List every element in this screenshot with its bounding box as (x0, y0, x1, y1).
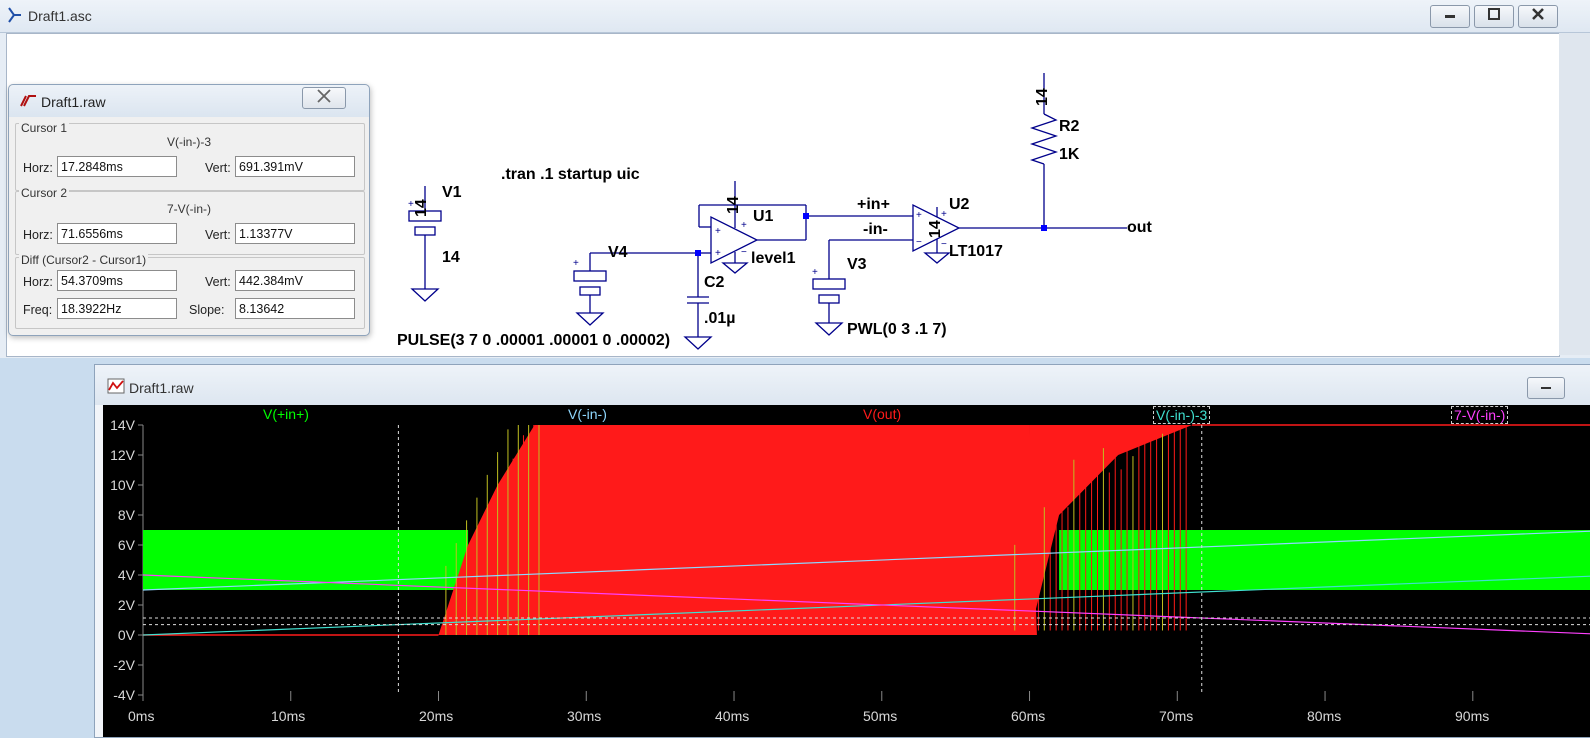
diff-slope-label: Slope: (189, 303, 225, 317)
v3-name-label: V3 (847, 256, 867, 273)
ltspice-app-icon (6, 6, 24, 29)
cursor2-vert-field[interactable]: 1.13377V (235, 223, 355, 244)
lt-logo-icon (19, 94, 37, 113)
waveform-window-title: Draft1.raw (129, 380, 194, 396)
waveform-minimize-button[interactable] (1527, 377, 1565, 399)
v4-value-label: PULSE(3 7 0 .00001 .00001 0 .00002) (397, 332, 671, 349)
u2-model-label: LT1017 (949, 243, 1003, 260)
net-label-in-plus: +in+ (857, 196, 890, 213)
close-button[interactable] (1518, 5, 1558, 28)
diff-vert-label: Vert: (205, 275, 231, 289)
svg-text:−: − (741, 247, 747, 258)
diff-horz-field[interactable]: 54.3709ms (57, 270, 177, 291)
r2-supply-label: 14 (1034, 88, 1051, 106)
cursor-readout-dialog[interactable]: Draft1.raw Cursor 1 V(-in-)-3 Horz: 17.2… (8, 84, 370, 336)
waveform-title-bar[interactable]: Draft1.raw (95, 365, 1590, 405)
cursor2-horz-label: Horz: (23, 228, 53, 242)
cursor-dialog-title-bar[interactable]: Draft1.raw (9, 85, 369, 117)
cursor1-group-label: Cursor 1 (19, 121, 70, 135)
waveform-chart[interactable] (103, 405, 1590, 737)
u2-supply-label: 14 (927, 220, 944, 238)
cursor1-vert-label: Vert: (205, 161, 231, 175)
schematic-vertical-scrollbar[interactable] (1559, 33, 1590, 355)
c2-capacitor-symbol (683, 253, 713, 350)
svg-text:+: + (573, 258, 579, 269)
net-label-in-minus: -in- (863, 221, 888, 238)
restore-button[interactable] (1474, 5, 1514, 28)
net-label-out: out (1127, 219, 1152, 236)
cursor-dialog-close-button[interactable] (302, 87, 346, 109)
restore-icon (1488, 8, 1500, 20)
cursor2-vert-label: Vert: (205, 228, 231, 242)
diff-freq-field[interactable]: 18.3922Hz (57, 298, 177, 319)
c2-name-label: C2 (704, 274, 725, 291)
diff-group-label: Diff (Cursor2 - Cursor1) (19, 253, 149, 267)
svg-text:−: − (941, 239, 947, 250)
svg-text:+: + (715, 248, 721, 259)
u1-model-label: level1 (751, 250, 796, 267)
schematic-window-title: Draft1.asc (28, 8, 92, 24)
cursor2-group-label: Cursor 2 (19, 186, 70, 200)
v1-name-label: V1 (442, 184, 462, 201)
v4-name-label: V4 (608, 244, 628, 261)
cursor-dialog-title: Draft1.raw (41, 94, 106, 110)
waveform-icon (107, 378, 125, 399)
diff-slope-field[interactable]: 8.13642 (235, 298, 355, 319)
diff-freq-label: Freq: (23, 303, 53, 317)
tran-directive[interactable]: .tran .1 startup uic (501, 166, 640, 184)
v1-dc-label: 14 (442, 249, 460, 266)
r2-name-label: R2 (1059, 118, 1080, 135)
u1-name-label: U1 (753, 208, 774, 225)
waveform-plot-area[interactable]: V(+in+) V(-in-) V(out) V(-in-)-3 7-V(-in… (103, 405, 1590, 737)
cursor1-horz-field[interactable]: 17.2848ms (57, 156, 177, 177)
svg-text:+: + (741, 220, 747, 231)
schematic-title-bar[interactable]: Draft1.asc (0, 0, 1590, 33)
close-icon (1532, 8, 1544, 20)
svg-text:+: + (812, 267, 818, 278)
svg-text:+: + (916, 210, 922, 221)
u1-supply-label: 14 (725, 196, 742, 214)
svg-text:+: + (715, 226, 721, 237)
cursor1-horz-label: Horz: (23, 161, 53, 175)
cursor1-vert-field[interactable]: 691.391mV (235, 156, 355, 177)
diff-vert-field[interactable]: 442.384mV (235, 270, 355, 291)
v1-supply-label: 14 (413, 199, 430, 217)
minimize-button[interactable] (1430, 5, 1470, 28)
minimize-icon (1541, 387, 1551, 389)
r2-value-label: 1K (1059, 146, 1080, 163)
svg-text:−: − (916, 237, 922, 248)
waveform-window: Draft1.raw V(+in+) V(-in-) V(out) V(-in-… (94, 364, 1590, 738)
svg-text:+: + (941, 209, 947, 220)
c2-value-label: .01µ (704, 310, 736, 327)
cursor1-trace-name: V(-in-)-3 (167, 135, 211, 149)
diff-horz-label: Horz: (23, 275, 53, 289)
cursor2-horz-field[interactable]: 71.6556ms (57, 223, 177, 244)
close-icon (317, 89, 331, 103)
v3-value-label: PWL(0 3 .1 7) (847, 321, 947, 338)
u2-name-label: U2 (949, 196, 970, 213)
cursor2-trace-name: 7-V(-in-) (167, 202, 211, 216)
minimize-icon (1445, 15, 1455, 18)
v4-source-symbol (573, 252, 698, 326)
